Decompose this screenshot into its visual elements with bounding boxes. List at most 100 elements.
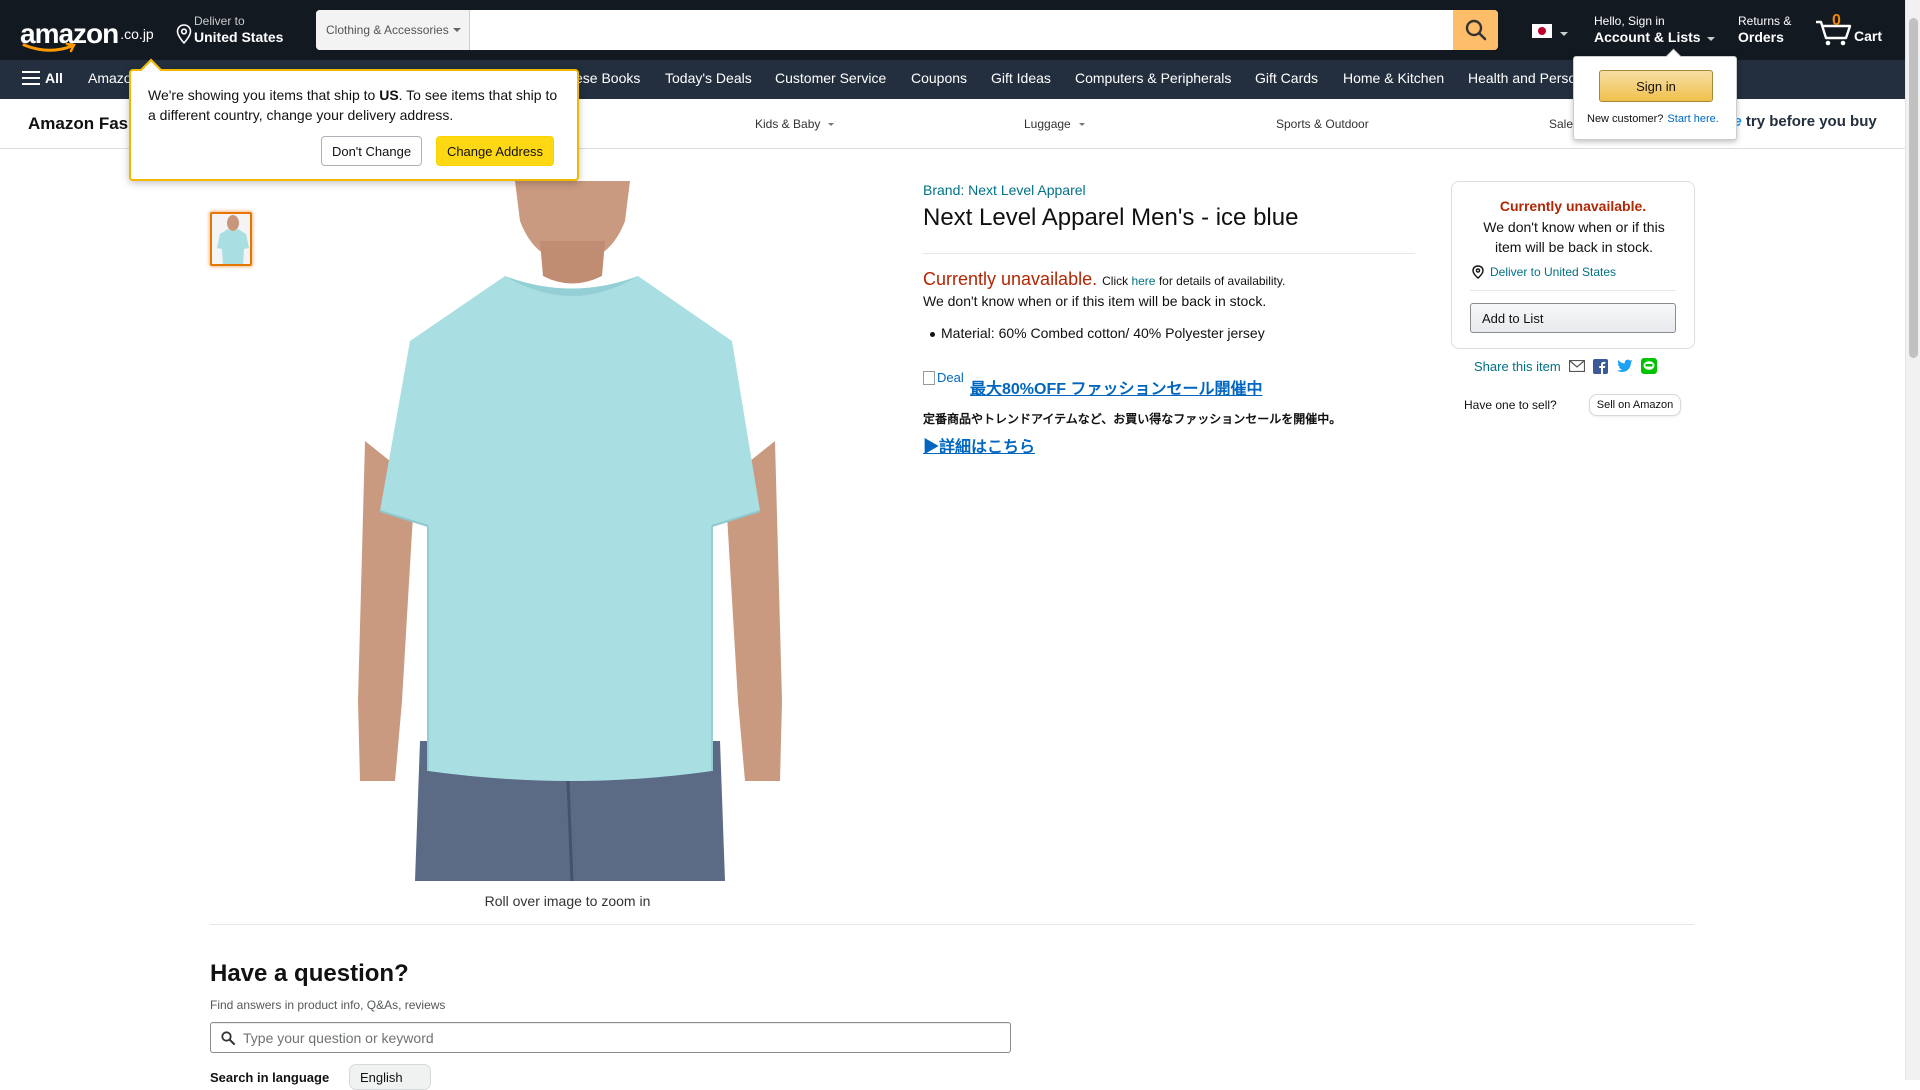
deliver-country: United States xyxy=(194,29,284,45)
promo-text: try before you buy xyxy=(1745,113,1877,130)
deliver-to-label: Deliver to xyxy=(194,14,245,28)
fashion-sale-link[interactable]: 最大80%OFF ファッションセール開催中 xyxy=(970,375,1262,399)
chevron-down-icon xyxy=(452,28,461,32)
chevron-down-icon xyxy=(1560,32,1568,36)
divider xyxy=(1470,290,1676,291)
zoom-hint: Roll over image to zoom in xyxy=(484,893,651,909)
subnav-item-gift-cards[interactable]: Gift Cards xyxy=(1255,70,1318,86)
sell-on-amazon-button[interactable]: Sell on Amazon xyxy=(1589,394,1681,416)
sign-in-button[interactable]: Sign in xyxy=(1599,70,1713,102)
product-title: Next Level Apparel Men's - ice blue xyxy=(923,204,1299,231)
sell-question: Have one to sell? xyxy=(1464,398,1557,412)
add-to-list-button[interactable]: Add to List xyxy=(1470,303,1676,333)
subnav-item-coupons[interactable]: Coupons xyxy=(911,70,967,86)
all-menu-button[interactable]: All xyxy=(22,70,63,86)
fashion-sale-description: 定番商品やトレンドアイテムなど、お買い得なファッションセールを開催中。 xyxy=(923,412,1342,426)
top-navigation: amazon .co.jp Deliver to United States C… xyxy=(0,0,1920,60)
stock-unknown-text: We don't know when or if this item will … xyxy=(923,293,1267,309)
subnav-item-books[interactable]: ese Books xyxy=(575,70,640,86)
category-label: Luggage xyxy=(1024,117,1071,131)
subnav-item-customer-service[interactable]: Customer Service xyxy=(775,70,886,86)
category-link-luggage[interactable]: Luggage xyxy=(1024,117,1085,131)
search-icon xyxy=(1465,19,1486,41)
unavailable-text: Currently unavailable. xyxy=(923,269,1098,289)
all-menu-label: All xyxy=(45,70,63,86)
availability-status: Currently unavailable. Click here for de… xyxy=(923,269,1285,290)
change-address-button[interactable]: Change Address xyxy=(436,136,554,166)
broken-image-icon xyxy=(923,370,935,385)
shirt-thumbnail-image xyxy=(212,214,250,264)
buybox-unavailable: Currently unavailable. xyxy=(1499,198,1647,214)
store-title[interactable]: Amazon Fas xyxy=(28,114,128,134)
search-button[interactable] xyxy=(1453,10,1498,50)
chevron-down-icon xyxy=(1706,36,1715,41)
page-scrollbar[interactable] xyxy=(1905,0,1920,1080)
deliver-to-button[interactable]: Deliver to United States xyxy=(176,14,283,46)
feature-bullet: Material: 60% Combed cotton/ 40% Polyest… xyxy=(930,325,1265,341)
buybox-deliver-label: Deliver to United States xyxy=(1490,265,1617,279)
questions-heading: Have a question? xyxy=(210,960,409,987)
divider xyxy=(923,253,1415,254)
line-icon[interactable] xyxy=(1640,358,1657,374)
category-link-sale[interactable]: Sale xyxy=(1549,117,1573,131)
account-lists-button[interactable]: Hello, Sign in Account & Lists xyxy=(1594,14,1715,46)
share-row: Share this item xyxy=(1474,358,1657,374)
product-thumbnail[interactable] xyxy=(210,212,252,266)
location-pin-icon xyxy=(1472,265,1484,279)
share-link[interactable]: Share this item xyxy=(1474,359,1561,374)
availability-details-text: for details of availability. xyxy=(1158,274,1286,288)
sign-in-popover: Sign in New customer? Start here. xyxy=(1573,56,1737,140)
search-category-label: Clothing & Accessories xyxy=(326,23,449,37)
email-icon[interactable] xyxy=(1568,358,1585,374)
product-main-image[interactable] xyxy=(340,181,800,881)
availability-here-link[interactable]: here xyxy=(1131,274,1155,288)
buybox-deliver-link[interactable]: Deliver to United States xyxy=(1472,265,1616,279)
subnav-item-todays-deals[interactable]: Today's Deals xyxy=(665,70,752,86)
popover-message-pre: We're showing you items that ship to xyxy=(148,87,380,103)
subnav-item-computers[interactable]: Computers & Peripherals xyxy=(1075,70,1231,86)
language-selector[interactable] xyxy=(1532,24,1568,38)
orders-label: Orders xyxy=(1738,29,1784,45)
category-label: Sports & Outdoor xyxy=(1276,117,1369,131)
amazon-logo[interactable]: amazon .co.jp xyxy=(20,14,154,53)
start-here-link[interactable]: Start here. xyxy=(1667,113,1718,125)
question-search-input[interactable] xyxy=(243,1029,1010,1046)
buy-box: Currently unavailable. We don't know whe… xyxy=(1451,181,1695,349)
cart-label: Cart xyxy=(1854,28,1883,44)
japan-flag-icon xyxy=(1532,24,1552,38)
cart-count: 0 xyxy=(1832,12,1841,29)
returns-orders-button[interactable]: Returns & Orders xyxy=(1738,14,1791,46)
subnav-item-health[interactable]: Health and Perso xyxy=(1468,70,1576,86)
category-link-kids-baby[interactable]: Kids & Baby xyxy=(755,117,835,131)
search-input[interactable] xyxy=(470,10,1453,50)
brand-link[interactable]: Brand: Next Level Apparel xyxy=(923,182,1086,198)
location-pin-icon xyxy=(176,24,192,44)
search-language-label: Search in language xyxy=(210,1070,330,1085)
twitter-icon[interactable] xyxy=(1616,358,1633,374)
section-divider xyxy=(210,924,1694,925)
details-link[interactable]: ▶詳細はこちら xyxy=(923,433,1035,457)
logo-domain: .co.jp xyxy=(120,26,154,42)
popover-message: We're showing you items that ship to US.… xyxy=(148,85,568,125)
facebook-icon[interactable] xyxy=(1593,358,1609,374)
category-link-sports-outdoor[interactable]: Sports & Outdoor xyxy=(1276,117,1369,131)
smile-arrow-icon xyxy=(22,43,76,53)
new-customer-label: New customer? xyxy=(1587,113,1664,125)
search-category-dropdown[interactable]: Clothing & Accessories xyxy=(316,10,470,50)
try-before-you-buy-banner[interactable]: me try before you buy xyxy=(1720,113,1877,130)
popover-country: US xyxy=(379,87,399,103)
subnav-item-gift-ideas[interactable]: Gift Ideas xyxy=(991,70,1051,86)
subnav-item-home-kitchen[interactable]: Home & Kitchen xyxy=(1343,70,1444,86)
cart-button[interactable]: 0 Cart xyxy=(1812,10,1902,50)
account-greeting: Hello, Sign in xyxy=(1594,14,1665,28)
dont-change-button[interactable]: Don't Change xyxy=(321,136,422,166)
search-language-select[interactable]: English xyxy=(349,1064,431,1090)
scrollbar-thumb[interactable] xyxy=(1909,18,1918,358)
search-icon xyxy=(221,1030,235,1045)
questions-subtext: Find answers in product info, Q&As, revi… xyxy=(210,998,446,1012)
deal-image[interactable]: Deal xyxy=(923,370,964,385)
question-search-field xyxy=(210,1022,1011,1053)
tshirt-model-image xyxy=(340,181,800,881)
buybox-stock-text: We don't know when or if this item will … xyxy=(1483,219,1665,255)
click-text: Click xyxy=(1102,274,1129,288)
